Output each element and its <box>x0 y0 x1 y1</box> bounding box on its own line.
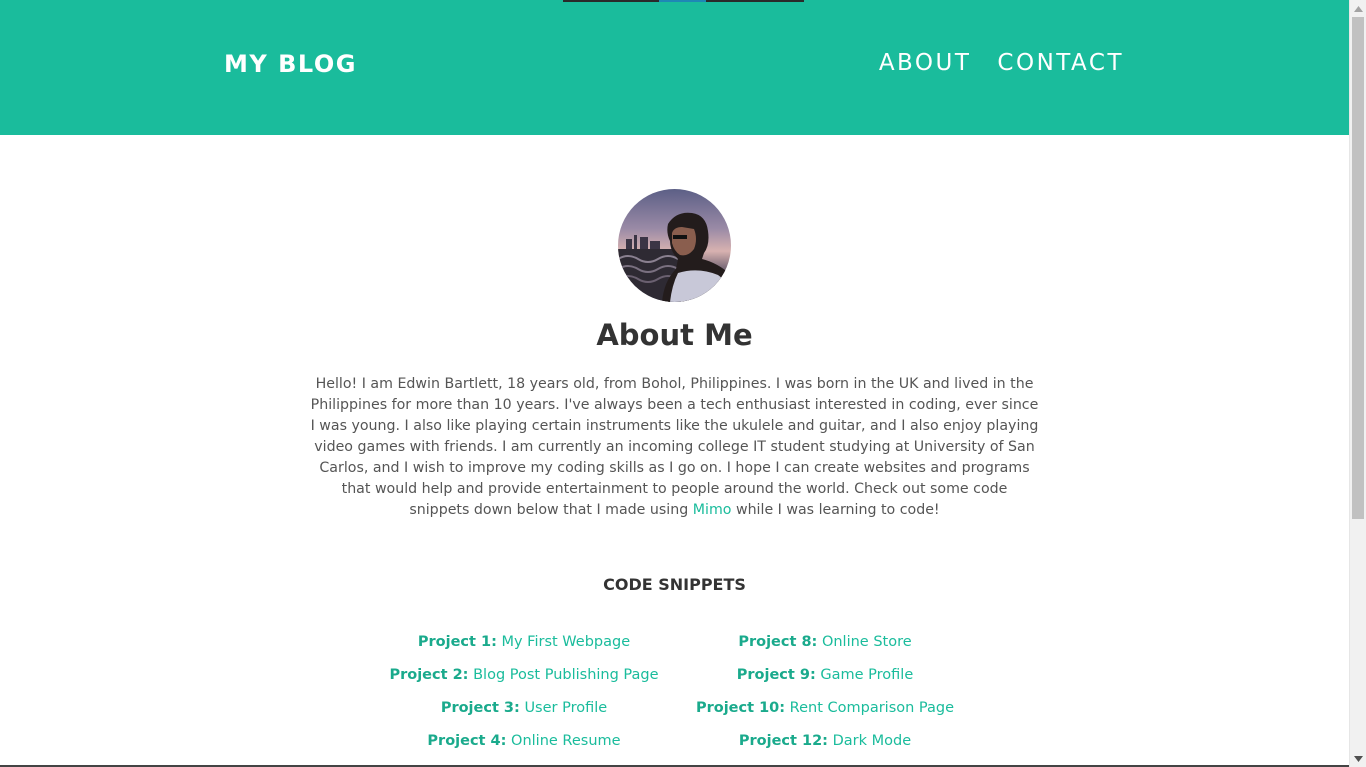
mimo-link[interactable]: Mimo <box>693 502 732 518</box>
vertical-scrollbar[interactable] <box>1349 0 1366 767</box>
page: MY BLOG ABOUT CONTACT About Me Hello! I … <box>0 0 1349 767</box>
project-name: Game Profile <box>820 667 914 683</box>
avatar <box>618 189 731 302</box>
list-item: Project 9: Game Profile <box>625 664 1025 697</box>
main-nav: ABOUT CONTACT <box>879 50 1124 76</box>
project-name: User Profile <box>524 700 608 716</box>
about-title: About Me <box>596 318 753 352</box>
about-bio: Hello! I am Edwin Bartlett, 18 years old… <box>310 374 1039 521</box>
project-number: Project 12: <box>738 733 828 749</box>
site-brand[interactable]: MY BLOG <box>224 50 357 78</box>
list-item: Project 10: Rent Comparison Page <box>625 697 1025 730</box>
project-number: Project 10: <box>695 700 786 716</box>
about-bio-tail: while I was learning to code! <box>731 502 940 518</box>
project-link-3[interactable]: Project 3: User Profile <box>441 700 607 716</box>
project-link-8[interactable]: Project 8: Online Store <box>738 634 911 650</box>
about-bio-text: Hello! I am Edwin Bartlett, 18 years old… <box>310 376 1039 518</box>
project-link-1[interactable]: Project 1: My First Webpage <box>418 634 630 650</box>
code-snippets-title: CODE SNIPPETS <box>603 575 746 594</box>
scroll-down-arrow-icon[interactable] <box>1350 750 1366 767</box>
scroll-up-arrow-icon[interactable] <box>1350 0 1366 17</box>
project-link-2[interactable]: Project 2: Blog Post Publishing Page <box>389 667 658 683</box>
nav-contact[interactable]: CONTACT <box>997 50 1124 76</box>
project-link-12[interactable]: Project 12: Dark Mode <box>739 733 911 749</box>
avatar-photo <box>618 189 731 302</box>
list-item: Project 8: Online Store <box>625 631 1025 664</box>
project-column-right: Project 8: Online Store Project 9: Game … <box>625 631 1025 763</box>
project-name: My First Webpage <box>501 634 631 650</box>
top-strip-segment <box>659 0 706 2</box>
project-number: Project 2: <box>389 667 469 683</box>
project-link-9[interactable]: Project 9: Game Profile <box>737 667 914 683</box>
project-name: Rent Comparison Page <box>789 700 955 716</box>
nav-about[interactable]: ABOUT <box>879 50 972 76</box>
site-header: MY BLOG ABOUT CONTACT <box>0 0 1349 135</box>
project-name: Online Resume <box>511 733 621 749</box>
project-number: Project 4: <box>427 733 507 749</box>
project-number: Project 8: <box>738 634 818 650</box>
project-name: Dark Mode <box>832 733 912 749</box>
project-number: Project 1: <box>417 634 497 650</box>
top-strip <box>563 0 804 2</box>
project-number: Project 3: <box>440 700 520 716</box>
scrollbar-thumb[interactable] <box>1352 17 1364 519</box>
project-link-10[interactable]: Project 10: Rent Comparison Page <box>696 700 954 716</box>
browser-viewport: MY BLOG ABOUT CONTACT About Me Hello! I … <box>0 0 1366 767</box>
list-item: Project 12: Dark Mode <box>625 730 1025 763</box>
project-link-4[interactable]: Project 4: Online Resume <box>427 733 620 749</box>
project-name: Online Store <box>821 634 912 650</box>
project-number: Project 9: <box>736 667 816 683</box>
